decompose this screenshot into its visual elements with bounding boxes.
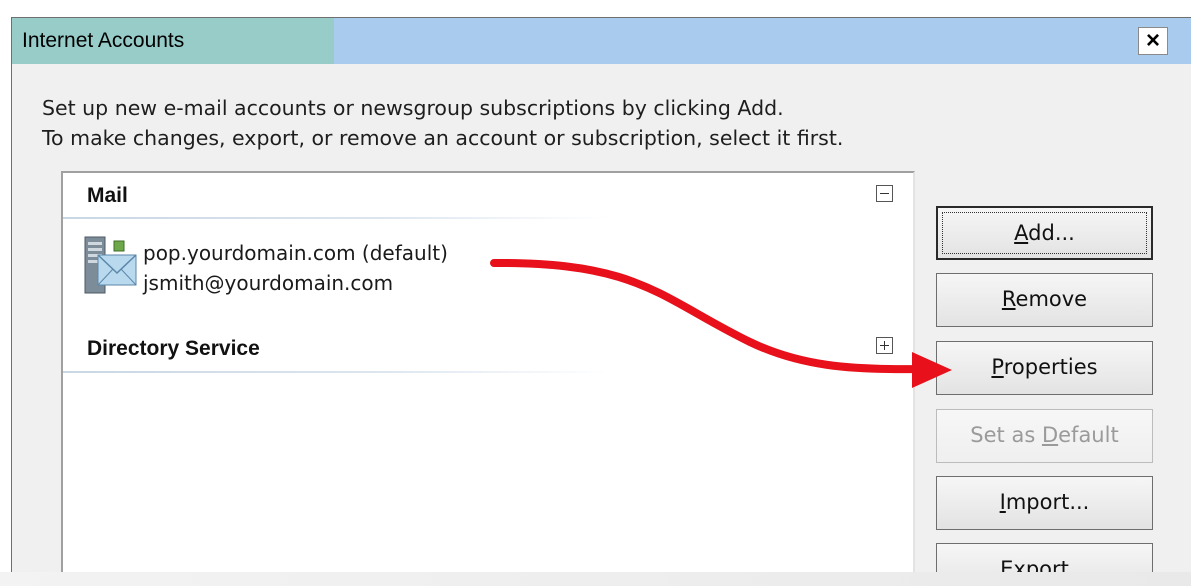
- add-button[interactable]: Add...: [936, 206, 1153, 260]
- cropped-background-strip: [0, 572, 1191, 586]
- group-header-directory: Directory Service: [87, 337, 260, 360]
- group-divider: [63, 217, 608, 219]
- group-header-mail: Mail: [87, 184, 128, 207]
- focus-rectangle: [942, 212, 1147, 254]
- close-button[interactable]: ×: [1138, 27, 1168, 55]
- internet-accounts-dialog: Internet Accounts × Set up new e-mail ac…: [11, 17, 1191, 586]
- title-bar: Internet Accounts ×: [12, 18, 1191, 64]
- set-as-default-button[interactable]: Set as Default: [936, 409, 1153, 463]
- mail-server-icon: [84, 236, 137, 294]
- window-title: Internet Accounts: [22, 29, 185, 52]
- group-divider: [63, 371, 608, 373]
- accounts-list[interactable]: Mail pop.yourdomain.com (default) jsmith…: [61, 171, 915, 586]
- account-email: jsmith@yourdomain.com: [143, 271, 394, 295]
- instruction-line-1: Set up new e-mail accounts or newsgroup …: [42, 96, 784, 120]
- expand-directory-toggle[interactable]: [876, 337, 893, 354]
- instruction-line-2: To make changes, export, or remove an ac…: [42, 126, 844, 150]
- properties-button[interactable]: Properties: [936, 341, 1153, 395]
- collapse-mail-toggle[interactable]: [876, 185, 893, 202]
- remove-button[interactable]: Remove: [936, 273, 1153, 327]
- account-server-name: pop.yourdomain.com (default): [143, 241, 448, 265]
- import-button[interactable]: Import...: [936, 476, 1153, 530]
